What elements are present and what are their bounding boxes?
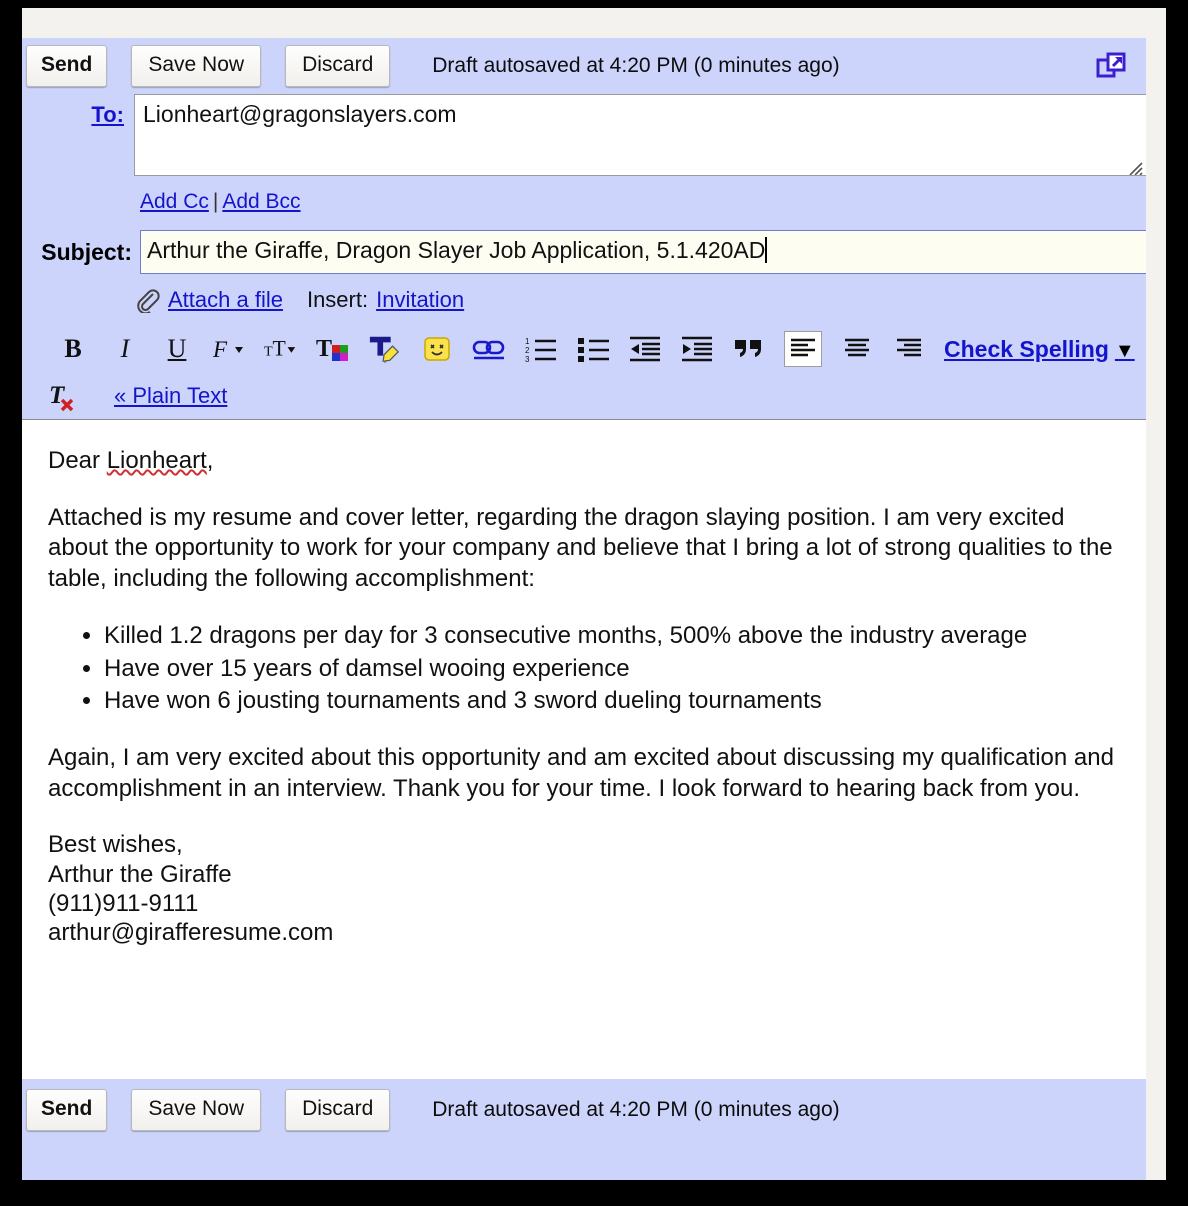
signature-line: Arthur the Giraffe bbox=[48, 860, 232, 888]
add-bcc-link[interactable]: Add Bcc bbox=[222, 190, 300, 213]
blockquote-icon[interactable] bbox=[732, 332, 766, 366]
highlight-color-button[interactable] bbox=[368, 332, 402, 366]
list-item: Killed 1.2 dragons per day for 3 consecu… bbox=[104, 621, 1116, 652]
to-label-wrap: To: bbox=[26, 94, 134, 128]
autosave-status-top: Draft autosaved at 4:20 PM (0 minutes ag… bbox=[432, 54, 840, 77]
insert-label: Insert: bbox=[306, 287, 369, 312]
emoji-icon[interactable] bbox=[420, 332, 454, 366]
chevron-down-icon: ▼ bbox=[1114, 339, 1135, 362]
to-value: Lionheart@gragonslayers.com bbox=[143, 101, 457, 127]
list-item: Have won 6 jousting tournaments and 3 sw… bbox=[104, 686, 1116, 717]
cc-bcc-row: Add Cc | Add Bcc bbox=[22, 176, 1146, 230]
check-spelling-label: Check Spelling bbox=[944, 335, 1109, 362]
compose-window: Send Save Now Discard Draft autosaved at… bbox=[22, 38, 1146, 1180]
svg-text:2: 2 bbox=[525, 346, 530, 355]
send-button-top[interactable]: Send bbox=[26, 45, 108, 87]
signature-block: Best wishes, Arthur the Giraffe (911)911… bbox=[48, 830, 1116, 947]
paperclip-icon bbox=[134, 287, 160, 313]
font-size-button[interactable]: T T bbox=[264, 332, 298, 366]
italic-button[interactable]: I bbox=[108, 332, 142, 366]
format-toolbar-row-2: T « Plain Text bbox=[22, 373, 1146, 419]
greeting-suffix: , bbox=[206, 447, 214, 474]
bulleted-list-icon[interactable] bbox=[576, 332, 610, 366]
discard-button-bottom[interactable]: Discard bbox=[285, 1089, 391, 1131]
attach-row: Attach a file Insert: Invitation bbox=[22, 274, 1146, 325]
remove-formatting-icon[interactable]: T bbox=[48, 379, 82, 413]
underline-button[interactable]: U bbox=[160, 332, 194, 366]
add-cc-link[interactable]: Add Cc bbox=[140, 190, 209, 213]
check-spelling-button[interactable]: Check Spelling ▼ bbox=[944, 336, 1135, 363]
format-toolbar-row-1: B I U F T T T 1 2 3 Check Spelling ▼ bbox=[22, 325, 1146, 373]
cc-bcc-separator: | bbox=[212, 190, 219, 213]
to-input[interactable]: Lionheart@gragonslayers.com bbox=[134, 94, 1146, 176]
signature-line: arthur@girafferesume.com bbox=[48, 919, 334, 947]
popout-window-icon[interactable] bbox=[1094, 49, 1128, 83]
discard-button-top[interactable]: Discard bbox=[285, 45, 391, 87]
save-now-button-top[interactable]: Save Now bbox=[131, 45, 262, 87]
svg-text:1: 1 bbox=[525, 337, 530, 346]
svg-text:3: 3 bbox=[525, 355, 530, 363]
numbered-list-icon[interactable]: 1 2 3 bbox=[524, 332, 558, 366]
greeting-name: Lionheart bbox=[106, 447, 207, 474]
indent-icon[interactable] bbox=[680, 332, 714, 366]
svg-text:F: F bbox=[212, 337, 228, 362]
signature-line: Best wishes, bbox=[48, 831, 183, 859]
align-center-icon[interactable] bbox=[840, 332, 874, 366]
greeting-prefix: Dear bbox=[48, 447, 107, 474]
top-action-bar: Send Save Now Discard Draft autosaved at… bbox=[22, 38, 1146, 94]
to-label[interactable]: To: bbox=[91, 102, 124, 127]
screenshot-root: Send Save Now Discard Draft autosaved at… bbox=[0, 0, 1188, 1206]
greeting-line: Dear Lionheart, bbox=[48, 446, 1116, 477]
subject-input[interactable]: Arthur the Giraffe, Dragon Slayer Job Ap… bbox=[140, 230, 1146, 274]
to-row: To: Lionheart@gragonslayers.com bbox=[22, 94, 1146, 176]
autosave-status-bottom: Draft autosaved at 4:20 PM (0 minutes ag… bbox=[432, 1098, 840, 1121]
attach-a-file-link[interactable]: Attach a file bbox=[168, 287, 283, 313]
resize-grip-icon[interactable] bbox=[1125, 155, 1143, 175]
save-now-button-bottom[interactable]: Save Now bbox=[131, 1089, 262, 1131]
bold-button[interactable]: B bbox=[56, 332, 90, 366]
insert-link-icon[interactable] bbox=[472, 332, 506, 366]
text-caret bbox=[765, 237, 768, 263]
font-family-button[interactable]: F bbox=[212, 332, 246, 366]
subject-row: Subject: Arthur the Giraffe, Dragon Slay… bbox=[22, 230, 1146, 274]
send-button-bottom[interactable]: Send bbox=[26, 1089, 108, 1131]
paragraph-2: Again, I am very excited about this oppo… bbox=[48, 744, 1114, 802]
subject-value: Arthur the Giraffe, Dragon Slayer Job Ap… bbox=[147, 237, 766, 263]
svg-text:T: T bbox=[316, 336, 332, 362]
plain-text-link[interactable]: « Plain Text bbox=[114, 383, 227, 409]
svg-text:T: T bbox=[273, 337, 286, 361]
outdent-icon[interactable] bbox=[628, 332, 662, 366]
align-left-icon[interactable] bbox=[784, 331, 822, 367]
paragraph-1: Attached is my resume and cover letter, … bbox=[48, 503, 1113, 593]
align-right-icon[interactable] bbox=[892, 332, 926, 366]
signature-line: (911)911-9111 bbox=[48, 890, 199, 917]
text-color-button[interactable]: T bbox=[316, 332, 350, 366]
message-body[interactable]: Dear Lionheart, Attached is my resume an… bbox=[22, 419, 1146, 1079]
list-item: Have over 15 years of damsel wooing expe… bbox=[104, 654, 1116, 685]
accomplishments-list: Killed 1.2 dragons per day for 3 consecu… bbox=[48, 621, 1116, 717]
subject-label: Subject: bbox=[41, 238, 132, 265]
insert-invitation-link[interactable]: Invitation bbox=[376, 287, 464, 313]
svg-text:T: T bbox=[49, 382, 66, 409]
bottom-action-bar: Send Save Now Discard Draft autosaved at… bbox=[22, 1079, 1146, 1141]
